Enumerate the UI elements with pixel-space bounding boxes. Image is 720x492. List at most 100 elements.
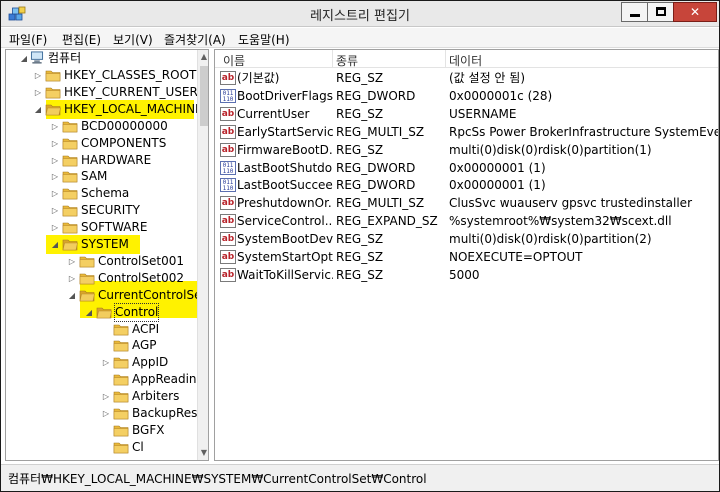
tree-item[interactable]: ◢ SYSTEM [6, 236, 196, 253]
value-name: FirmwareBootD... [237, 142, 333, 157]
binary-value-icon: 011 110 [220, 88, 236, 103]
tree-item[interactable]: ▷ HKEY_CLASSES_ROOT [6, 67, 196, 84]
tree-item[interactable]: ▷BackupRestore [6, 405, 208, 422]
value-row[interactable]: ab (기본값) REG_SZ (값 설정 안 됨) [215, 69, 718, 87]
menu-view[interactable]: 보기(V) [113, 31, 153, 48]
tree-item[interactable]: ◢ HKEY_LOCAL_MACHINE [6, 101, 203, 118]
tree-item[interactable]: ▷ HKEY_CURRENT_USER [6, 84, 198, 101]
tree-item[interactable]: ▷ COMPONENTS [6, 135, 196, 152]
value-name: PreshutdownOr... [237, 196, 333, 211]
value-data: 0x00000001 (1) [449, 160, 546, 175]
tree-item[interactable]: AGP [6, 337, 196, 354]
expand-arrow-icon[interactable]: ▷ [50, 152, 60, 169]
value-row[interactable]: 011 110 BootDriverFlags REG_DWORD 0x0000001c… [215, 87, 718, 105]
minimize-button[interactable] [621, 2, 648, 22]
expand-arrow-icon[interactable]: ▷ [50, 118, 60, 135]
scroll-up-arrow-icon[interactable]: ▲ [198, 50, 208, 64]
menu-favorites[interactable]: 즐겨찾기(A) [164, 31, 226, 48]
minimize-icon [630, 14, 640, 17]
value-row[interactable]: abEarlyStartServicesREG_MULTI_SZ RpcSs Po… [215, 123, 718, 141]
folder-open-icon [62, 238, 78, 251]
expand-arrow-icon[interactable]: ▷ [50, 135, 60, 152]
expand-arrow-icon[interactable]: ▷ [101, 405, 111, 422]
value-row[interactable]: ab CurrentUser REG_SZ USERNAME [215, 105, 718, 123]
tree-item[interactable]: ▷ ControlSet001 [6, 253, 196, 270]
value-row[interactable]: ab ServiceControl... REG_EXPAND_SZ %systemr… [215, 212, 718, 230]
tree-item[interactable]: ◢ Control [6, 302, 196, 322]
collapse-arrow-icon[interactable]: ◢ [33, 101, 43, 118]
tree-item[interactable]: ▷ Arbiters [6, 388, 196, 405]
collapse-arrow-icon[interactable]: ◢ [67, 287, 77, 304]
tree-label: Cl [132, 439, 144, 454]
tree-label: HKEY_CLASSES_ROOT [64, 68, 197, 82]
value-row[interactable]: ab PreshutdownOr... REG_MULTI_SZ ClusSvc wu… [215, 194, 718, 212]
tree-item[interactable]: Cl [6, 439, 196, 456]
tree-item[interactable]: ▷ Schema [6, 185, 196, 202]
scroll-down-arrow-icon[interactable]: ▼ [198, 446, 208, 460]
collapse-arrow-icon[interactable]: ◢ [84, 304, 94, 321]
tree-scrollbar[interactable]: ▲ ▼ [197, 50, 208, 460]
expand-arrow-icon[interactable]: ▷ [101, 354, 111, 371]
values-list[interactable]: 이름 종류 데이터 ab (기본값) REG_SZ (값 설정 안 됨) 011 110 B… [214, 49, 719, 461]
expand-arrow-icon[interactable]: ▷ [50, 185, 60, 202]
value-type: REG_SZ [336, 106, 384, 121]
value-type: REG_SZ [336, 232, 384, 247]
expand-arrow-icon[interactable]: ▷ [50, 219, 60, 236]
value-row[interactable]: ab SystemBootDev... REG_SZ multi(0)disk(0)r… [215, 230, 718, 248]
expand-arrow-icon[interactable]: ▷ [33, 84, 43, 101]
tree-item[interactable]: ACPI [6, 321, 196, 338]
expand-arrow-icon[interactable]: ▷ [67, 253, 77, 270]
tree-item[interactable]: ▷ HARDWARE [6, 152, 196, 169]
column-divider[interactable] [445, 50, 446, 68]
folder-icon [62, 204, 78, 217]
value-data: multi(0)disk(0)rdisk(0)partition(2) [449, 232, 652, 247]
tree-item[interactable]: AppReadiness [6, 371, 208, 388]
value-type: REG_SZ [336, 71, 384, 85]
scrollbar-thumb[interactable] [200, 66, 208, 126]
tree-item[interactable]: ▷ SOFTWARE [6, 219, 196, 236]
folder-icon [45, 86, 61, 99]
tree-item[interactable]: ◢ CurrentControlSet [6, 287, 206, 304]
menu-help[interactable]: 도움말(H) [238, 31, 290, 48]
value-row[interactable]: ab FirmwareBootD... REG_SZ multi(0)disk(0)r… [215, 141, 718, 159]
tree-label: HKEY_LOCAL_MACHINE [64, 101, 203, 116]
tree-label: BCD00000000 [81, 118, 168, 133]
maximize-button[interactable] [647, 2, 674, 22]
tree-root-computer[interactable]: ◢ 컴퓨터 [6, 50, 196, 67]
column-data[interactable]: 데이터 [449, 52, 482, 69]
tree-item[interactable]: BGFX [6, 422, 196, 439]
expand-arrow-icon[interactable]: ▷ [33, 67, 43, 84]
tree-item[interactable]: ▷ SAM [6, 168, 196, 185]
column-divider[interactable] [332, 50, 333, 68]
folder-icon [62, 154, 78, 167]
menu-edit[interactable]: 편집(E) [62, 31, 101, 48]
value-row[interactable]: 011110LastBootSuccee...REG_DWORD 0x000000… [215, 176, 718, 194]
value-row[interactable]: ab WaitToKillServic... REG_SZ 5000 [215, 266, 718, 284]
close-icon: ✕ [689, 5, 701, 19]
tree-item[interactable]: ▷ AppID [6, 354, 196, 371]
title-bar[interactable]: 레지스트리 편집기 ✕ [1, 1, 719, 27]
tree-item[interactable]: ▷ BCD00000000 [6, 118, 196, 135]
registry-tree[interactable]: ◢ 컴퓨터 ▷ HKEY_CLASSES_ROOT ▷ HKEY_CURRENT_US… [5, 49, 209, 461]
folder-open-icon [45, 103, 61, 116]
tree-label: AGP [132, 338, 157, 353]
column-name[interactable]: 이름 [223, 52, 245, 69]
close-button[interactable]: ✕ [673, 2, 717, 22]
value-name: ServiceControl... [237, 214, 333, 229]
value-row[interactable]: abSystemStartOpti...REG_SZ NOEXECUTE=OPT… [215, 248, 718, 266]
expand-arrow-icon[interactable]: ▷ [101, 388, 111, 405]
column-type[interactable]: 종류 [336, 52, 358, 69]
status-bar: 컴퓨터₩HKEY_LOCAL_MACHINE₩SYSTEM₩CurrentCon… [1, 464, 719, 491]
folder-open-icon [96, 306, 112, 319]
expand-arrow-icon[interactable]: ▷ [67, 270, 77, 287]
collapse-arrow-icon[interactable]: ◢ [19, 50, 29, 67]
collapse-arrow-icon[interactable]: ◢ [50, 236, 60, 253]
folder-icon [45, 69, 61, 82]
menu-file[interactable]: 파일(F) [9, 31, 47, 48]
value-row[interactable]: 011 110 LastBootShutdo... REG_DWORD 0x000000… [215, 159, 718, 177]
expand-arrow-icon[interactable]: ▷ [50, 202, 60, 219]
folder-icon [62, 187, 78, 200]
expand-arrow-icon[interactable]: ▷ [50, 168, 60, 185]
tree-item[interactable]: ▷ SECURITY [6, 202, 196, 219]
tree-item[interactable]: ▷ ControlSet002 [6, 270, 196, 287]
